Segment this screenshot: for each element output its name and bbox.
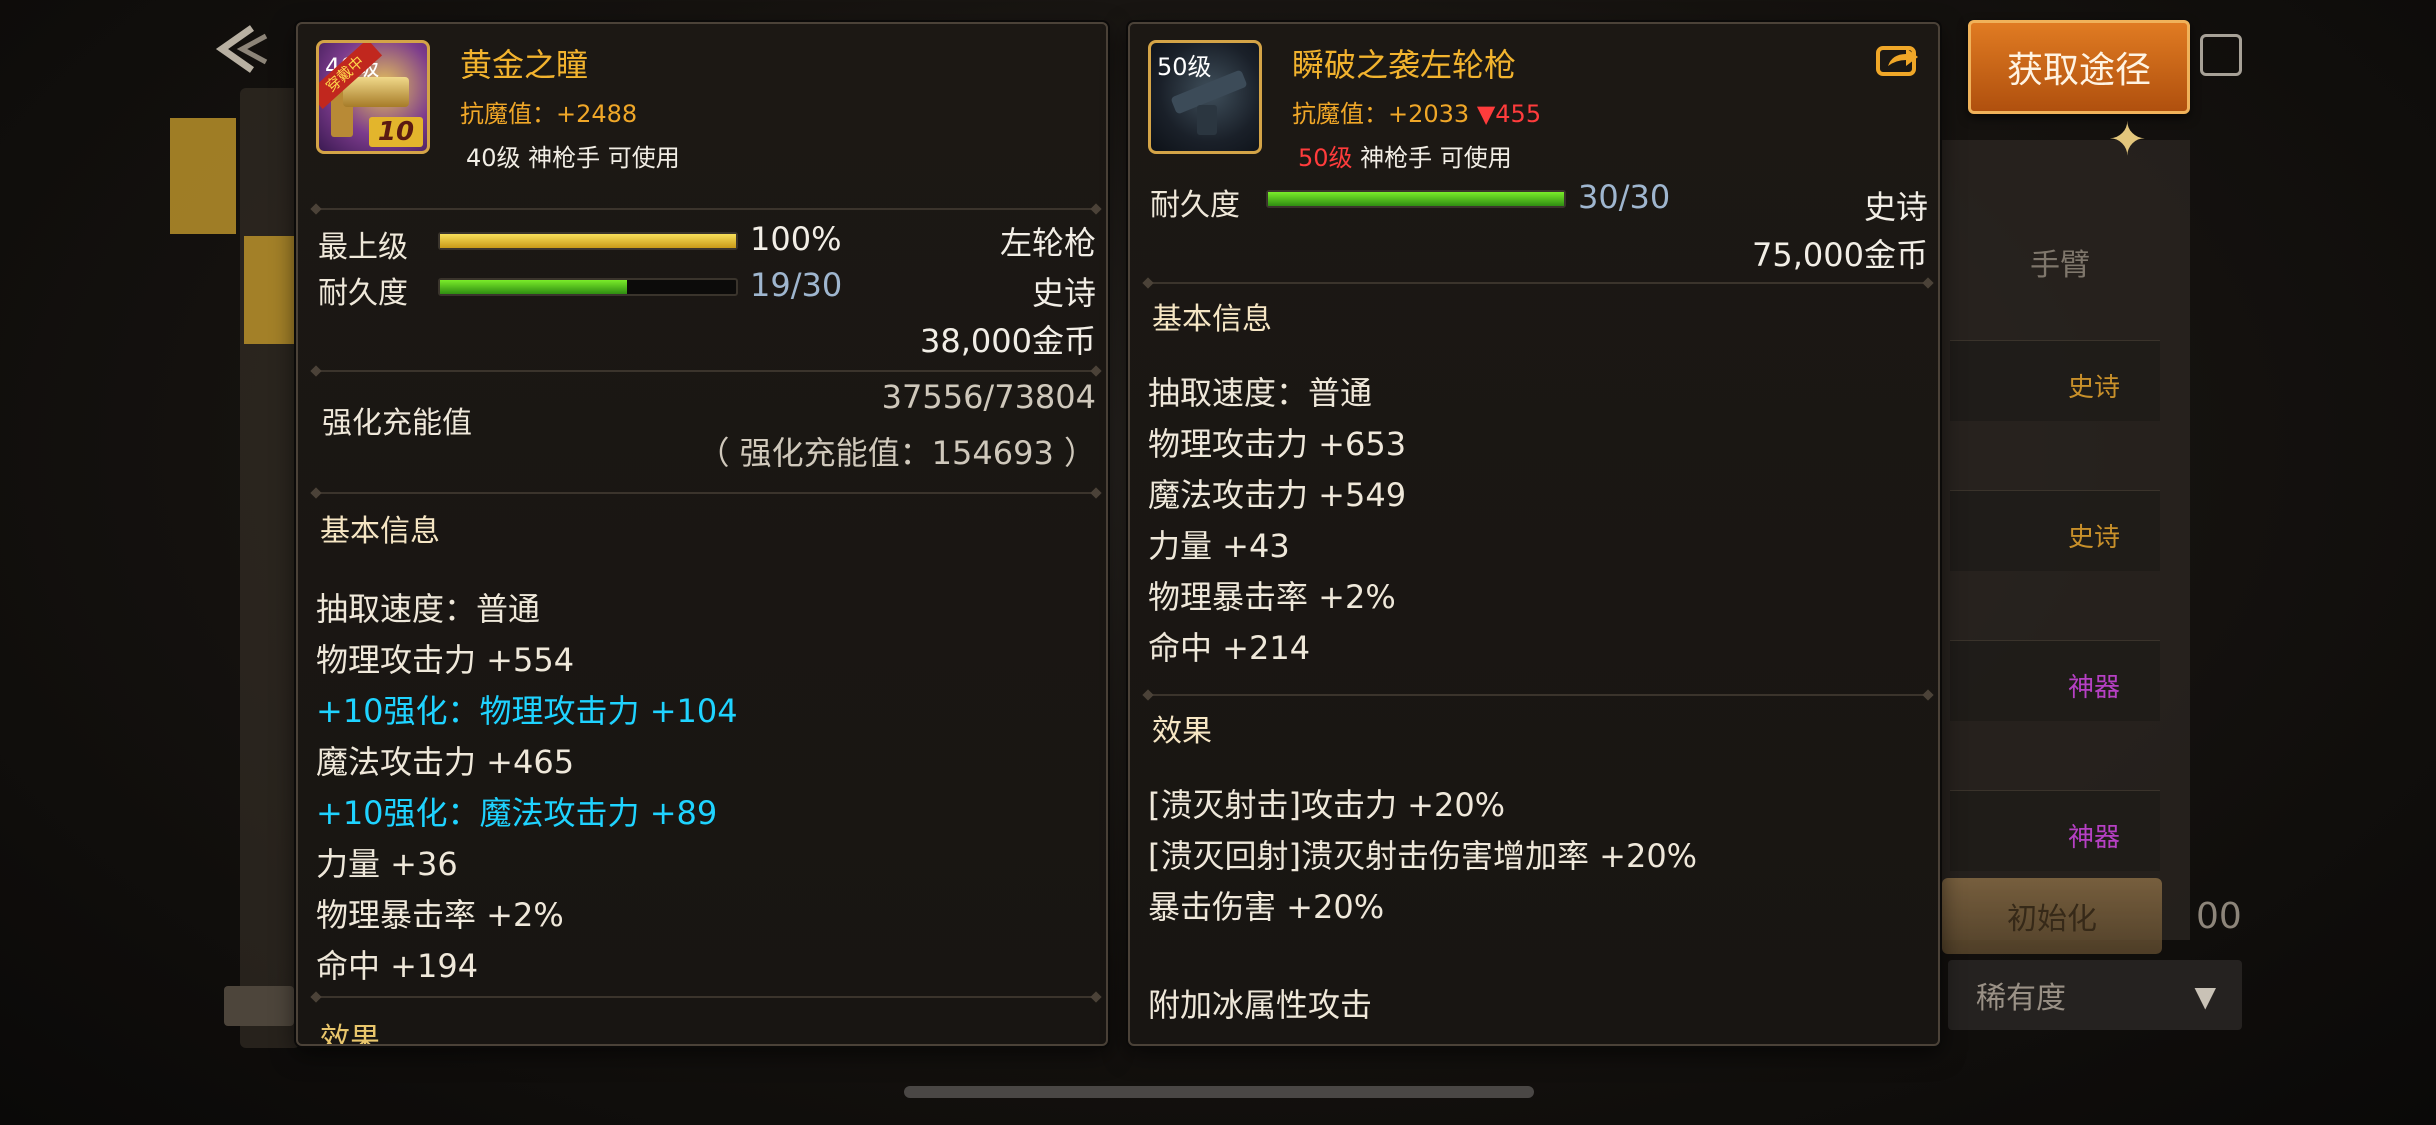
rarity-select[interactable]: 稀有度 ▼ (1948, 960, 2242, 1030)
rarity-select-label: 稀有度 (1976, 981, 2066, 1016)
stat-line: 物理暴击率 +2% (316, 896, 564, 934)
anti-magic-value: 抗魔值：+2033 ▼455 (1292, 94, 1541, 129)
stat-line: 魔法攻击力 +549 (1148, 476, 1407, 514)
anti-magic-diff: ▼455 (1476, 100, 1542, 128)
background-list-row: 史诗 (1950, 340, 2160, 421)
init-button[interactable]: 初始化 (1942, 878, 2162, 954)
durability-label: 耐久度 (318, 276, 408, 311)
charge-total: （ 强化充能值：154693 ） (697, 434, 1096, 472)
item-requirement: 50级 神枪手 可使用 (1298, 138, 1512, 173)
item-name: 瞬破之袭左轮枪 (1292, 46, 1517, 84)
divider (316, 208, 1096, 210)
chevron-down-icon: ▼ (2194, 980, 2216, 1013)
stat-line: 力量 +36 (316, 845, 458, 883)
background-rarity: 神器 (2067, 823, 2120, 853)
top-level-bar-fill (440, 234, 736, 248)
page-number: 00 (2196, 896, 2242, 937)
chat-icon[interactable] (2200, 34, 2242, 76)
divider (316, 370, 1096, 372)
item-icon: 40级 穿戴中 10 (316, 40, 430, 154)
stat-line: 命中 +194 (316, 947, 479, 985)
background-rarity: 神器 (2067, 673, 2120, 703)
requirement-class: 神枪手 可使用 (1352, 144, 1512, 172)
background-tab (244, 236, 294, 344)
item-price: 75,000金币 (1752, 236, 1928, 274)
stat-line: +10强化：魔法攻击力 +89 (316, 794, 718, 832)
durability-bar-fill (440, 280, 628, 294)
durability-value: 30/30 (1578, 178, 1671, 216)
gun-grip (1197, 105, 1217, 135)
anti-magic-base: 抗魔值：+2033 (1292, 100, 1470, 128)
durability-label: 耐久度 (1150, 188, 1240, 223)
stat-line: +10强化：物理攻击力 +104 (316, 692, 738, 730)
background-rarity: 史诗 (2067, 523, 2120, 553)
enhance-level-badge: 10 (369, 117, 423, 147)
anti-magic-value: 抗魔值：+2488 (460, 100, 638, 128)
item-icon: 50级 (1148, 40, 1262, 154)
effect-line: [溃灭射击]攻击力 +20% (1148, 786, 1506, 824)
background-list-row: 神器 (1950, 790, 2160, 871)
stat-line: 物理攻击力 +554 (316, 641, 575, 679)
stat-line: 抽取速度：普通 (1148, 374, 1373, 412)
effect-line: 暴击伤害 +20% (1148, 888, 1385, 926)
extra-effect: 附加冰属性攻击 (1148, 986, 1373, 1024)
divider (1148, 694, 1928, 696)
home-indicator[interactable] (904, 1086, 1534, 1098)
charge-label: 强化充能值 (322, 406, 472, 441)
basic-info-title: 基本信息 (320, 514, 440, 549)
back-arrow-icon[interactable] (208, 22, 268, 76)
item-name: 黄金之瞳 (460, 46, 589, 84)
effect-line: [溃灭回射]溃灭射击伤害增加率 +20% (1148, 837, 1698, 875)
requirement-level: 50级 (1298, 144, 1353, 172)
compare-item-card: 50级 瞬破之袭左轮枪 抗魔值：+2033 ▼455 50级 神枪手 可使用 耐… (1128, 22, 1940, 1046)
durability-bar (438, 278, 738, 296)
divider (316, 492, 1096, 494)
share-icon[interactable] (1876, 42, 1920, 78)
sparkle-icon: ✦ (2108, 112, 2147, 166)
background-left-panel (240, 88, 300, 1048)
background-list-row: 神器 (1950, 640, 2160, 721)
effect-title: 效果 (320, 1022, 380, 1046)
weapon-type: 左轮枪 (999, 224, 1096, 262)
effect-title: 效果 (1152, 714, 1212, 749)
background-button (224, 986, 294, 1026)
durability-bar (1266, 190, 1566, 208)
item-level-badge: 50级 (1157, 53, 1212, 81)
top-level-value: 100% (750, 220, 842, 258)
basic-info-title: 基本信息 (1152, 302, 1272, 337)
stat-line: 物理暴击率 +2% (1148, 578, 1396, 616)
durability-bar-fill (1268, 192, 1564, 206)
background-column-header: 手臂 (2030, 248, 2090, 283)
top-level-bar (438, 232, 738, 250)
background-rarity: 史诗 (2067, 373, 2120, 403)
stat-line: 抽取速度：普通 (316, 590, 541, 628)
background-list-row: 史诗 (1950, 490, 2160, 571)
stat-line: 力量 +43 (1148, 527, 1290, 565)
get-source-button[interactable]: 获取途径 (1968, 20, 2190, 114)
durability-value: 19/30 (750, 266, 843, 304)
top-level-label: 最上级 (318, 230, 408, 265)
divider (316, 996, 1096, 998)
stat-line: 魔法攻击力 +465 (316, 743, 575, 781)
rarity-label: 史诗 (1031, 274, 1096, 312)
background-right-panel: 手臂 史诗 史诗 神器 神器 (1940, 140, 2190, 940)
stat-line: 物理攻击力 +653 (1148, 425, 1407, 463)
charge-progress: 37556/73804 (881, 378, 1096, 416)
background-tab (170, 118, 236, 234)
item-requirement: 40级 神枪手 可使用 (466, 144, 680, 172)
stat-line: 命中 +214 (1148, 629, 1311, 667)
item-price: 38,000金币 (920, 322, 1096, 360)
rarity-label: 史诗 (1863, 188, 1928, 226)
equipped-item-card: 40级 穿戴中 10 黄金之瞳 抗魔值：+2488 40级 神枪手 可使用 最上… (296, 22, 1108, 1046)
divider (1148, 282, 1928, 284)
